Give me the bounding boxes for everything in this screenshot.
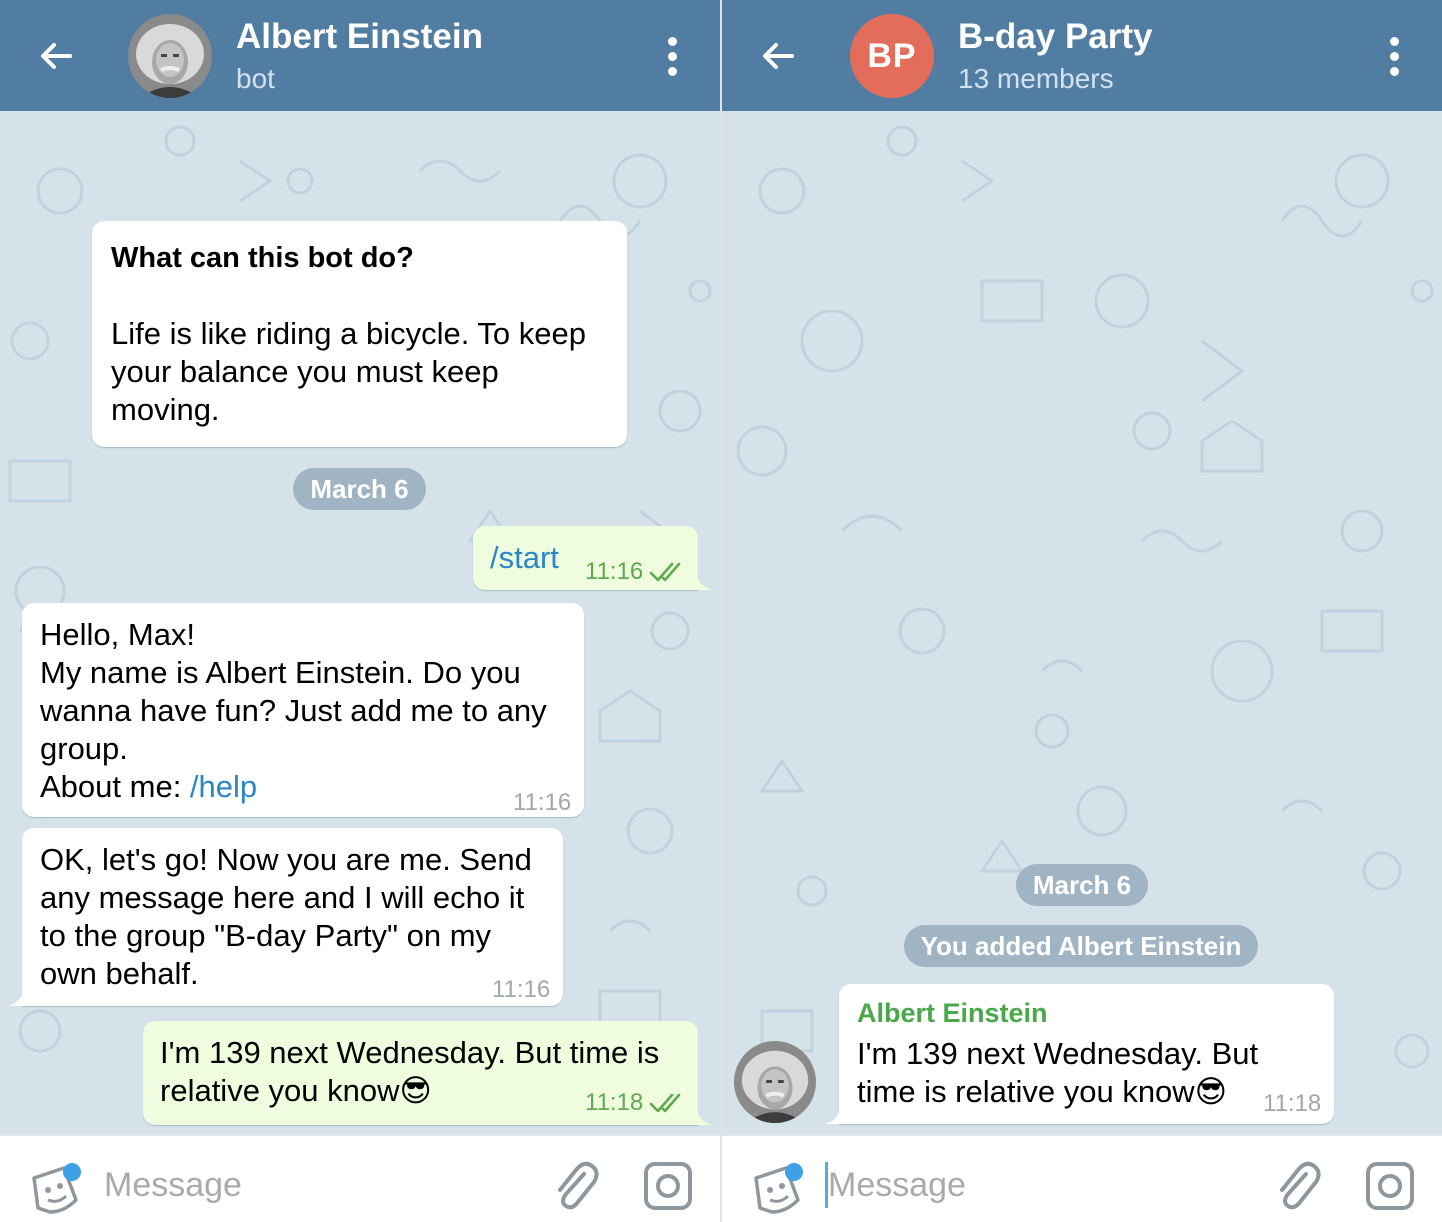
group-chat-pane: BP B-day Party 13 members March 6 You ad…: [722, 0, 1442, 1222]
message-list[interactable]: What can this bot do? Life is like ridin…: [0, 111, 720, 1135]
message-time: 11:18: [1263, 1090, 1322, 1117]
message-bubble-outgoing[interactable]: I'm 139 next Wednesday. But time is rela…: [143, 1021, 712, 1125]
camera-icon[interactable]: [642, 1160, 694, 1212]
attach-icon[interactable]: [550, 1158, 602, 1214]
bot-info-card: What can this bot do? Life is like ridin…: [92, 221, 627, 447]
group-avatar[interactable]: BP: [850, 14, 934, 98]
camera-icon[interactable]: [1364, 1160, 1416, 1212]
help-command-link[interactable]: /help: [190, 769, 257, 804]
chat-title[interactable]: B-day Party: [958, 17, 1153, 57]
message-bubble-incoming[interactable]: OK, let's go! Now you are me. Send any m…: [8, 828, 563, 1006]
chat-header: Albert Einstein bot: [0, 0, 720, 111]
message-time: 11:16: [492, 976, 551, 1003]
message-bubble-incoming[interactable]: Albert Einstein I'm 139 next Wednesday. …: [825, 984, 1334, 1124]
message-input[interactable]: Message: [828, 1166, 966, 1205]
chat-subtitle: bot: [236, 63, 275, 94]
bot-info-body: Life is like riding a bicycle. To keep y…: [111, 316, 587, 427]
chat-background-pattern: [736, 125, 1434, 1069]
message-sender-name[interactable]: Albert Einstein: [857, 998, 1048, 1029]
message-time: 11:18: [585, 1089, 644, 1116]
date-pill: March 6: [1016, 864, 1148, 906]
sticker-icon[interactable]: [750, 1160, 806, 1216]
message-text: Hello, Max! My name is Albert Einstein. …: [40, 617, 547, 766]
bot-chat-pane: Albert Einstein bot What can this bot do…: [0, 0, 720, 1222]
avatar[interactable]: [128, 14, 212, 98]
avatar[interactable]: [734, 1041, 816, 1123]
double-check-icon: [649, 562, 681, 582]
more-vertical-icon[interactable]: [1374, 30, 1414, 82]
more-vertical-icon[interactable]: [652, 30, 692, 82]
attach-icon[interactable]: [1272, 1158, 1324, 1214]
about-label: About me:: [40, 769, 190, 804]
message-input-bar: Message: [722, 1135, 1442, 1222]
message-time: 11:16: [585, 558, 644, 585]
service-message: You added Albert Einstein: [904, 925, 1258, 967]
date-pill: March 6: [293, 468, 426, 510]
sticker-icon[interactable]: [28, 1160, 84, 1216]
message-about-line: About me: /help: [40, 768, 257, 806]
message-text: OK, let's go! Now you are me. Send any m…: [40, 842, 532, 991]
back-arrow-icon[interactable]: [752, 30, 804, 82]
message-input-bar: Message: [0, 1135, 720, 1222]
sunglasses-emoji: 😎: [1194, 1074, 1228, 1109]
double-check-icon: [649, 1093, 681, 1113]
sunglasses-emoji: 😎: [399, 1073, 432, 1108]
message-bubble-outgoing[interactable]: /start 11:16: [473, 526, 712, 590]
chat-title[interactable]: Albert Einstein: [236, 17, 483, 57]
message-list[interactable]: March 6 You added Albert Einstein Albert…: [722, 111, 1442, 1135]
message-bubble-incoming[interactable]: Hello, Max! My name is Albert Einstein. …: [22, 603, 584, 817]
message-input[interactable]: Message: [104, 1166, 242, 1205]
chat-subtitle: 13 members: [958, 63, 1114, 94]
message-text: I'm 139 next Wednesday. But time is rela…: [857, 1035, 1258, 1111]
bot-info-heading: What can this bot do?: [111, 242, 414, 274]
message-text[interactable]: /start: [490, 539, 559, 577]
chat-header: BP B-day Party 13 members: [722, 0, 1442, 111]
back-arrow-icon[interactable]: [30, 30, 82, 82]
message-time: 11:16: [513, 789, 572, 816]
